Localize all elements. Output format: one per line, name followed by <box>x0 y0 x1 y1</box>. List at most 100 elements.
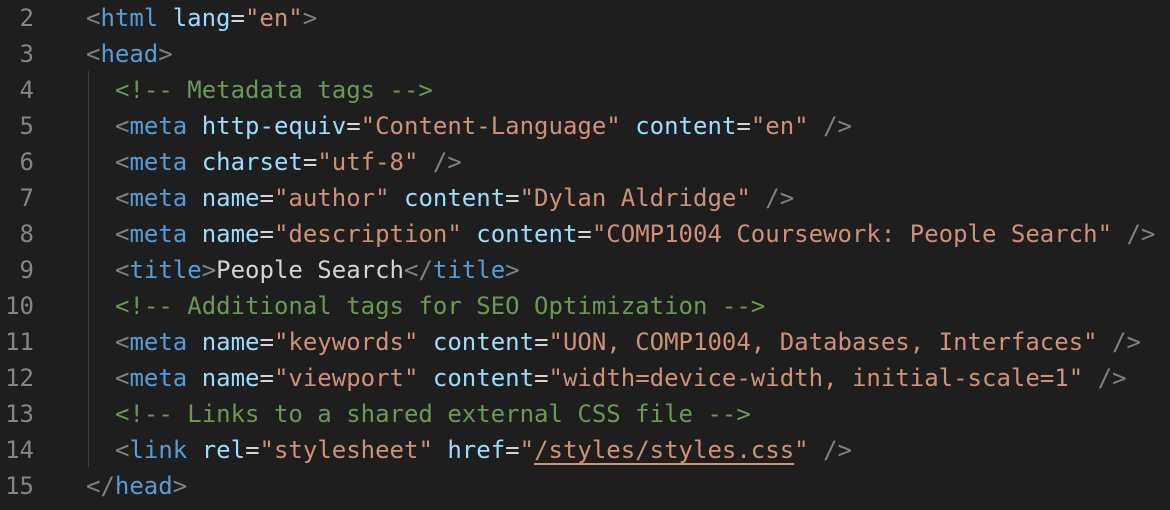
code-punctuation: > <box>172 472 188 500</box>
code-tag-name: meta <box>129 364 188 392</box>
code-attribute-name: content <box>432 364 535 392</box>
code-punctuation: < <box>115 328 130 356</box>
code-attribute-name: lang <box>172 4 231 32</box>
code-string: " <box>519 436 535 464</box>
line-code: <meta name="description" content="COMP10… <box>115 216 1155 252</box>
code-attribute-name: name <box>201 328 260 356</box>
code-tag-name: title <box>129 256 202 284</box>
code-punctuation: < <box>115 364 130 392</box>
code-punctuation: /> <box>1097 364 1127 392</box>
code-line[interactable]: 10 <!-- Additional tags for SEO Optimizat… <box>0 288 1170 324</box>
code-line[interactable]: 8 <meta name="description" content="COMP1… <box>0 216 1170 252</box>
code-link[interactable]: /styles/styles.css <box>534 436 794 464</box>
code-tag-name: meta <box>129 328 188 356</box>
code-punctuation: /> <box>432 148 462 176</box>
code-attribute-name: http-equiv <box>201 112 347 140</box>
line-code: <!-- Links to a shared external CSS file… <box>115 396 751 432</box>
code-line[interactable]: 9 <title>People Search</title> <box>0 252 1170 288</box>
code-line[interactable]: 13 <!-- Links to a shared external CSS fi… <box>0 396 1170 432</box>
code-tag-name: meta <box>129 184 188 212</box>
line-code: <head> <box>86 36 173 72</box>
line-code: <!-- Metadata tags --> <box>115 72 433 108</box>
code-string: "viewport" <box>273 364 419 392</box>
code-line[interactable]: 5 <meta http-equiv="Content-Language" con… <box>0 108 1170 144</box>
code-punctuation: < <box>115 112 130 140</box>
code-attribute-name: href <box>447 436 506 464</box>
code-string: "Dylan Aldridge" <box>519 184 751 212</box>
line-code: <meta name="keywords" content="UON, COMP… <box>115 324 1141 360</box>
code-editor[interactable]: 2 <html lang="en"> 3 <head> 4 <!-- Metadata t… <box>0 0 1170 510</box>
line-code: <html lang="en"> <box>86 0 317 36</box>
code-punctuation: /> <box>823 112 852 140</box>
code-equals: = <box>230 4 245 32</box>
code-line[interactable]: 15 </head> <box>0 468 1170 504</box>
line-code: <meta name="viewport" content="width=dev… <box>115 360 1127 396</box>
code-punctuation: < <box>115 148 130 176</box>
line-number: 13 <box>5 400 34 428</box>
code-equals: = <box>736 112 751 140</box>
code-string: "en" <box>244 4 303 32</box>
code-punctuation: /> <box>765 184 795 212</box>
code-string: "Content-Language" <box>360 112 621 140</box>
code-tag-name: html <box>100 4 159 32</box>
code-equals: = <box>346 112 361 140</box>
code-attribute-name: content <box>404 184 506 212</box>
code-equals: = <box>534 364 549 392</box>
code-tag-name: head <box>100 40 159 68</box>
code-attribute-name: content <box>432 328 535 356</box>
line-code: </head> <box>86 468 187 504</box>
code-string: "author" <box>273 184 390 212</box>
code-punctuation: < <box>86 4 101 32</box>
line-number: 8 <box>19 220 34 248</box>
code-equals: = <box>505 436 520 464</box>
code-punctuation: < <box>115 436 130 464</box>
code-comment: <!-- Links to a shared external CSS file… <box>115 400 751 428</box>
code-equals: = <box>302 148 318 176</box>
code-line[interactable]: 4 <!-- Metadata tags --> <box>0 72 1170 108</box>
line-number: 6 <box>19 148 34 176</box>
code-tag-name: title <box>432 256 506 284</box>
code-tag-name: meta <box>129 112 188 140</box>
line-number: 14 <box>5 436 34 464</box>
line-number: 4 <box>19 76 34 104</box>
code-string: "description" <box>273 220 462 248</box>
code-line[interactable]: 6 <meta charset="utf-8" /> <box>0 144 1170 180</box>
line-number: 15 <box>5 472 34 500</box>
code-comment: <!-- Additional tags for SEO Optimizatio… <box>115 292 766 320</box>
code-punctuation: < <box>115 256 130 284</box>
code-line[interactable]: 12 <meta name="viewport" content="width=d… <box>0 360 1170 396</box>
code-line[interactable]: 3 <head> <box>0 36 1170 72</box>
code-tag-name: head <box>114 472 173 500</box>
code-line[interactable]: 11 <meta name="keywords" content="UON, CO… <box>0 324 1170 360</box>
code-equals: = <box>259 184 274 212</box>
code-string: "en" <box>750 112 809 140</box>
code-line[interactable]: 14 <link rel="stylesheet" href="/styles/s… <box>0 432 1170 468</box>
code-attribute-name: charset <box>201 148 303 176</box>
code-punctuation: > <box>505 256 520 284</box>
line-number: 2 <box>19 4 34 32</box>
code-equals: = <box>259 364 274 392</box>
line-code: <link rel="stylesheet" href="/styles/sty… <box>115 432 852 468</box>
code-line[interactable]: 7 <meta name="author" content="Dylan Aldr… <box>0 180 1170 216</box>
line-number: 3 <box>19 40 34 68</box>
code-line[interactable]: 2 <html lang="en"> <box>0 0 1170 36</box>
code-attribute-name: rel <box>201 436 246 464</box>
code-string: "UON, COMP1004, Databases, Interfaces" <box>548 328 1098 356</box>
line-number: 7 <box>19 184 34 212</box>
code-attribute-name: content <box>476 220 578 248</box>
code-string: "utf-8" <box>317 148 419 176</box>
